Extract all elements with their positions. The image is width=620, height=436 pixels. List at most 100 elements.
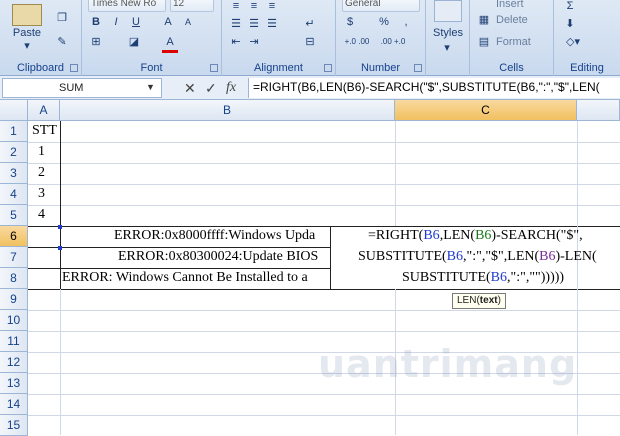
cell-a1[interactable]: STT <box>32 123 57 139</box>
comma-icon[interactable]: , <box>398 14 414 30</box>
row-header[interactable]: 7 <box>0 247 28 268</box>
row-header[interactable]: 8 <box>0 268 28 289</box>
decrease-indent-icon[interactable]: ⇤ <box>228 34 244 50</box>
styles-button[interactable]: Styles <box>426 27 470 39</box>
ribbon: Paste ▾ ❐ ✎ Clipboard Times New Ro 12 B … <box>0 0 620 76</box>
delete-icon[interactable]: ▦ <box>476 12 492 28</box>
row-header[interactable]: 2 <box>0 142 28 163</box>
cell-edit-line-1[interactable]: =RIGHT(B6,LEN(B6)-SEARCH("$", <box>368 228 620 244</box>
formula-part: SUBSTITUTE( <box>402 270 491 285</box>
format-button[interactable]: Format <box>496 34 531 50</box>
gridline <box>28 331 620 332</box>
increase-decimal-icon[interactable]: +.0 .00 <box>340 34 374 50</box>
chevron-down-icon[interactable]: ▾ <box>20 38 34 54</box>
format-painter-icon[interactable]: ✎ <box>54 34 70 50</box>
alignment-label: Alignment <box>254 62 303 74</box>
row-header[interactable]: 9 <box>0 289 28 310</box>
font-color-icon[interactable]: A <box>162 34 178 53</box>
clipboard-launcher-icon[interactable] <box>70 64 78 72</box>
range-handle[interactable] <box>58 225 62 229</box>
enter-icon[interactable]: ✓ <box>205 79 217 97</box>
spreadsheet-grid[interactable]: A B C 1 2 3 4 5 6 7 8 9 10 11 12 13 14 1… <box>0 100 620 436</box>
font-name-select[interactable]: Times New Ro <box>88 0 166 12</box>
column-header-b[interactable]: B <box>60 100 395 121</box>
chevron-down-icon[interactable]: ▼ <box>146 82 155 92</box>
range-handle[interactable] <box>58 246 62 250</box>
paste-icon[interactable] <box>12 4 42 26</box>
merge-center-icon[interactable]: ⊟ <box>302 34 318 50</box>
cell-b8[interactable]: ERROR: Windows Cannot Be Installed to a <box>62 270 330 286</box>
cell-a5[interactable]: 4 <box>38 207 45 223</box>
wrap-text-icon[interactable]: ↵ <box>302 16 318 32</box>
cell-b6[interactable]: ERROR:0x8000ffff:Windows Upda <box>114 228 330 244</box>
styles-icon[interactable] <box>434 0 462 22</box>
row-header[interactable]: 13 <box>0 373 28 394</box>
alignment-launcher-icon[interactable] <box>324 64 332 72</box>
number-format-select[interactable]: General <box>342 0 420 12</box>
shrink-font-icon[interactable]: A <box>180 14 196 30</box>
cell-a4[interactable]: 3 <box>38 186 45 202</box>
autosum-icon[interactable]: Σ <box>562 0 578 14</box>
decrease-decimal-icon[interactable]: .00 +.0 <box>376 34 410 50</box>
cell-a2[interactable]: 1 <box>38 144 45 160</box>
gridline <box>60 121 61 289</box>
underline-icon[interactable]: U <box>128 14 144 30</box>
gridline <box>28 247 330 248</box>
align-top-icon[interactable]: ≡ <box>228 0 244 14</box>
font-launcher-icon[interactable] <box>210 64 218 72</box>
format-icon[interactable]: ▤ <box>476 34 492 50</box>
cells-group: Insert ▦ Delete ▤ Format Cells <box>470 0 554 76</box>
chevron-down-icon[interactable]: ▾ <box>440 40 454 56</box>
name-box[interactable]: SUM <box>2 78 162 98</box>
watermark: uantrimang <box>318 342 578 386</box>
cell-b7[interactable]: ERROR:0x80300024:Update BIOS <box>118 249 330 265</box>
cell-edit-line-3[interactable]: SUBSTITUTE(B6,":",""))))) <box>402 270 620 286</box>
italic-icon[interactable]: I <box>108 14 124 30</box>
copy-icon[interactable]: ❐ <box>54 10 70 26</box>
insert-function-icon[interactable]: fx <box>226 79 236 97</box>
font-size-select[interactable]: 12 <box>170 0 214 12</box>
column-header-d[interactable] <box>577 100 620 121</box>
gridline <box>28 268 330 269</box>
gridline <box>28 226 620 227</box>
row-header[interactable]: 5 <box>0 205 28 226</box>
align-right-icon[interactable]: ☰ <box>264 16 280 32</box>
row-header[interactable]: 11 <box>0 331 28 352</box>
fill-color-icon[interactable]: ◪ <box>126 34 142 50</box>
column-header-c[interactable]: C <box>395 100 577 121</box>
row-header[interactable]: 10 <box>0 310 28 331</box>
tooltip-argument[interactable]: text <box>480 295 498 306</box>
align-center-icon[interactable]: ☰ <box>246 16 262 32</box>
cell-edit-line-2[interactable]: SUBSTITUTE(B6,":","$",LEN(B6)-LEN( <box>358 249 620 265</box>
clear-icon[interactable]: ◇▾ <box>562 34 584 50</box>
formula-input[interactable]: =RIGHT(B6,LEN(B6)-SEARCH("$",SUBSTITUTE(… <box>248 78 620 98</box>
align-left-icon[interactable]: ☰ <box>228 16 244 32</box>
align-middle-icon[interactable]: ≡ <box>246 0 262 14</box>
increase-indent-icon[interactable]: ⇥ <box>246 34 262 50</box>
gridline <box>28 163 620 164</box>
select-all-corner[interactable] <box>0 100 28 121</box>
align-bottom-icon[interactable]: ≡ <box>264 0 280 14</box>
row-header[interactable]: 4 <box>0 184 28 205</box>
currency-icon[interactable]: $ <box>342 14 358 30</box>
row-header[interactable]: 3 <box>0 163 28 184</box>
bold-icon[interactable]: B <box>88 14 104 30</box>
cell-a3[interactable]: 2 <box>38 165 45 181</box>
column-header-a[interactable]: A <box>28 100 60 121</box>
row-header[interactable]: 12 <box>0 352 28 373</box>
formula-part: =RIGHT( <box>368 228 424 243</box>
insert-button[interactable]: Insert <box>496 0 524 12</box>
row-header[interactable]: 14 <box>0 394 28 415</box>
number-launcher-icon[interactable] <box>414 64 422 72</box>
borders-icon[interactable]: ⊞ <box>88 34 104 50</box>
delete-button[interactable]: Delete <box>496 12 528 28</box>
font-size-value: 12 <box>173 0 185 9</box>
cancel-icon[interactable]: ✕ <box>184 79 196 97</box>
row-header[interactable]: 15 <box>0 415 28 436</box>
row-header[interactable]: 1 <box>0 121 28 142</box>
fill-icon[interactable]: ⬇ <box>562 16 578 32</box>
percent-icon[interactable]: % <box>376 14 392 30</box>
row-header[interactable]: 6 <box>0 226 28 247</box>
gridline <box>330 226 331 289</box>
grow-font-icon[interactable]: A <box>160 14 176 30</box>
